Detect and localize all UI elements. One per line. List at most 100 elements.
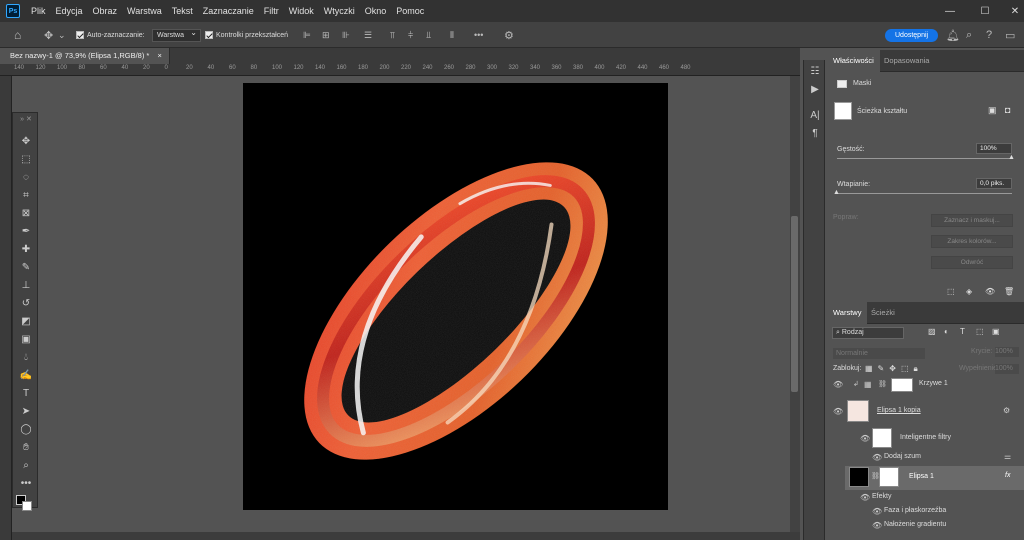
blend-mode-dropdown[interactable]: Normalnie [833,348,925,359]
chevron-down-icon[interactable]: ⌄ [58,22,66,48]
hand-tool[interactable]: ✋︎ [13,439,39,455]
bell-icon[interactable]: 🔔︎ [946,22,960,48]
menu-edit[interactable]: Edycja [51,0,88,22]
filter-shape-icon[interactable]: ⬚ [976,327,984,336]
minimize-icon[interactable]: — [935,0,965,22]
distribute-icon[interactable]: ☰ [364,22,372,48]
layer-row-bevel[interactable]: 👁︎ Faza i płaskorzeźba [827,505,1014,519]
filter-pixel-icon[interactable]: ▨ [928,327,936,336]
eye-icon[interactable]: 👁︎ [833,380,843,389]
density-input[interactable]: 100% [976,143,1012,154]
layer-row-ellipse[interactable]: ⛓︎ Elipsa 1 fx [845,466,1024,490]
opacity-input[interactable]: 100% [995,347,1019,357]
lasso-tool[interactable]: ◌ [13,169,39,185]
layer-filter-dropdown[interactable]: ⌕ Rodzaj [832,327,904,339]
tab-properties[interactable]: Właściwości [827,50,880,72]
document-tab[interactable]: Bez nazwy-1 @ 73,9% (Elipsa 1,RGB/8) * × [0,48,170,64]
help-icon[interactable]: ? [986,22,992,48]
fill-input[interactable]: 100% [995,364,1019,374]
layer-row-effects[interactable]: 👁︎ Efekty [827,491,1014,505]
visibility-icon[interactable]: 👁︎ [985,287,995,296]
paragraph-icon[interactable]: ¶ [804,128,826,139]
align-middle-icon[interactable]: ⫩ [408,22,413,48]
menu-plugins[interactable]: Wtyczki [319,0,360,22]
eye-icon[interactable]: 👁︎ [860,493,870,502]
move-tool[interactable]: ✥ [13,133,39,149]
vertical-scroll-thumb[interactable] [791,216,798,392]
distribute-v-icon[interactable]: ⦀ [450,22,454,48]
type-tool[interactable]: T [13,385,39,401]
path-selection-tool[interactable]: ➤ [13,403,39,419]
gradient-tool[interactable]: ▣ [13,331,39,347]
tab-adjustments[interactable]: Dopasowania [878,50,935,72]
search-icon[interactable]: ⌕ [966,22,972,48]
healing-tool[interactable]: ✚ [13,241,39,257]
close-tab-icon[interactable]: × [157,51,161,60]
menu-file[interactable]: Plik [26,0,51,22]
filter-smart-icon[interactable]: ▣ [992,327,1000,336]
blur-tool[interactable]: 💧︎ [13,349,39,365]
eye-icon[interactable]: 👁︎ [872,507,882,516]
more-options[interactable]: ••• [474,22,483,48]
fx-icon[interactable]: fx [1005,472,1010,479]
share-button[interactable]: Udostępnij [885,22,939,48]
menu-window[interactable]: Okno [360,0,392,22]
feather-slider-handle[interactable]: ▲ [833,189,840,196]
menu-layer[interactable]: Warstwa [122,0,167,22]
eye-icon[interactable]: 👁︎ [872,521,882,530]
maximize-icon[interactable]: ☐ [970,0,1000,22]
horizontal-scrollbar[interactable] [12,532,800,540]
density-slider-handle[interactable]: ▲ [1008,154,1015,161]
invert-button[interactable]: Odwróć [931,256,1013,269]
frame-tool[interactable]: ⊠ [13,205,39,221]
menu-help[interactable]: Pomoc [391,0,429,22]
layer-row-smart-filters[interactable]: 👁︎ Inteligentne filtry [827,427,1014,451]
select-and-mask-button[interactable]: Zaznacz i maskuj... [931,214,1013,227]
filter-options-icon[interactable]: ⚌ [1004,452,1011,461]
eyedropper-tool[interactable]: ✒ [13,223,39,239]
menu-image[interactable]: Obraz [88,0,123,22]
filter-adjust-icon[interactable]: ◐ [944,327,949,336]
transform-controls-checkbox[interactable]: Kontrolki przekształceń [205,22,288,48]
load-selection-icon[interactable]: ⬚ [947,287,955,296]
history-brush-tool[interactable]: ↺ [13,295,39,311]
align-top-icon[interactable]: ⫪ [390,22,395,48]
tab-paths[interactable]: Ścieżki [865,302,901,324]
layer-row-add-noise[interactable]: 👁︎ Dodaj szum ⚌ [827,451,1014,465]
color-swatches[interactable] [13,491,39,511]
lock-icons[interactable]: ▦✎✥⬚🔒︎ [865,364,923,374]
ellipse-tool[interactable]: ◯ [13,421,39,437]
background-color-swatch[interactable] [22,501,32,511]
filter-type-icon[interactable]: T [960,327,965,336]
vector-mask-icon[interactable]: ◘ [1005,105,1010,115]
history-icon[interactable]: ☷ [804,66,826,77]
layer-row-ellipse-copy[interactable]: 👁︎ Elipsa 1 kopia ⚙︎ [827,398,1014,426]
layer-row-curves[interactable]: 👁︎ ↲ ▦ ⛓︎ Krzywe 1 [827,377,1014,395]
brush-tool[interactable]: ✎ [13,259,39,275]
align-bottom-icon[interactable]: ⫫ [426,22,431,48]
feather-input[interactable]: 0,0 piks. [976,178,1012,189]
align-right-icon[interactable]: ⊪ [342,22,350,48]
auto-select-checkbox[interactable]: Auto-zaznaczanie: [76,22,145,48]
move-tool-icon[interactable]: ✥ [44,22,53,48]
eye-icon[interactable]: 👁︎ [872,453,882,462]
more-tools[interactable]: ••• [13,475,39,491]
eye-icon[interactable]: 👁︎ [860,434,870,443]
apply-mask-icon[interactable]: ◈ [966,287,972,296]
collapse-toolbar-icon[interactable]: » ✕ [13,115,39,123]
zoom-tool[interactable]: ⌕ [13,457,39,473]
marquee-tool[interactable]: ⬚ [13,151,39,167]
eye-icon[interactable]: 👁︎ [833,407,843,416]
align-left-icon[interactable]: ⊫ [303,22,311,48]
document-canvas[interactable] [243,83,668,510]
pen-tool[interactable]: ✍ [13,367,39,383]
menu-view[interactable]: Widok [284,0,319,22]
workspace-icon[interactable]: ▭ [1005,22,1015,48]
density-slider[interactable] [837,158,1012,159]
menu-select[interactable]: Zaznaczanie [198,0,259,22]
tab-layers[interactable]: Warstwy [827,302,868,324]
delete-icon[interactable]: 🗑︎ [1004,287,1014,296]
character-icon[interactable]: A| [804,110,826,121]
play-action-icon[interactable]: ▶ [804,84,826,95]
color-range-button[interactable]: Zakres kolorów... [931,235,1013,248]
